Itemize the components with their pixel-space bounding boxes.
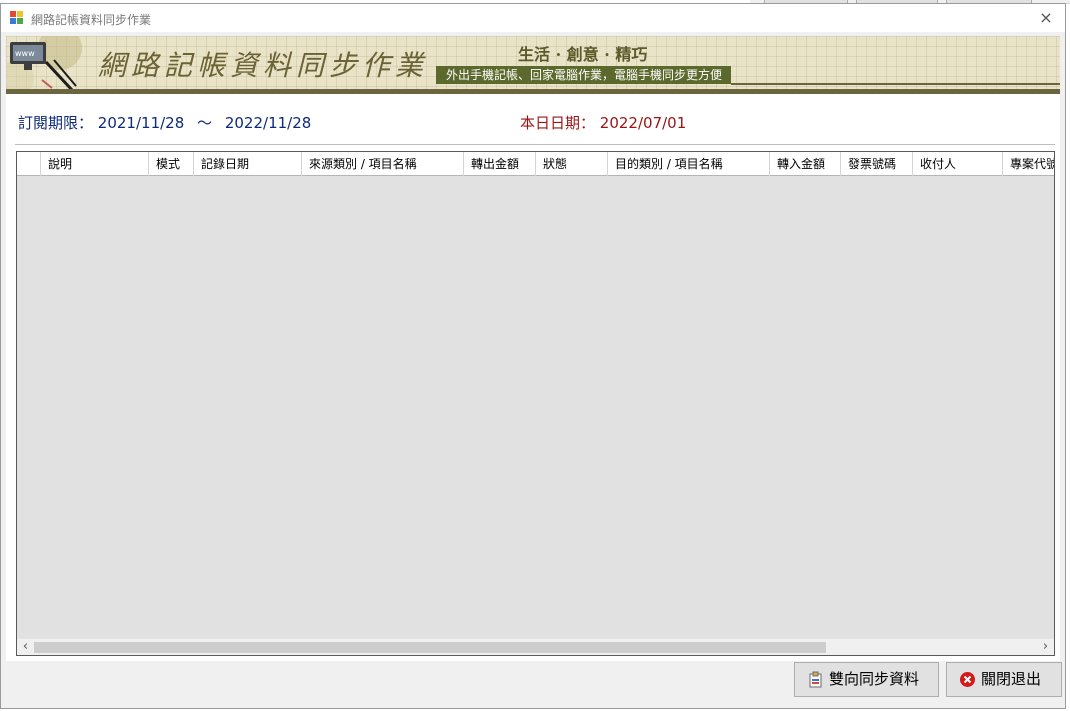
column-header-target-category[interactable]: 目的類別 / 項目名稱 — [608, 152, 770, 176]
banner-bottom-border — [6, 89, 1060, 94]
column-header-mode[interactable]: 模式 — [149, 152, 194, 176]
period-end-date: 2022/11/28 — [224, 114, 312, 132]
grid-header-row: 說明 模式 記錄日期 來源類別 / 項目名稱 轉出金額 狀態 目的類別 / 項目… — [17, 152, 1054, 176]
close-circle-icon — [960, 672, 975, 687]
header-banner: www 網路記帳資料同步作業 生活 · 創意 · 精巧 外出手機記帳、回家電腦作… — [6, 36, 1060, 94]
column-header-invoice-number[interactable]: 發票號碼 — [841, 152, 913, 176]
sync-data-grid[interactable]: 說明 模式 記錄日期 來源類別 / 項目名稱 轉出金額 狀態 目的類別 / 項目… — [16, 151, 1055, 656]
column-header-in-amount[interactable]: 轉入金額 — [770, 152, 841, 176]
banner-slogan: 生活 · 創意 · 精巧 — [518, 45, 648, 64]
scroll-left-icon[interactable]: ‹ — [17, 639, 34, 655]
sync-button-label: 雙向同步資料 — [829, 670, 920, 688]
period-label: 訂閱期限： — [18, 114, 94, 132]
column-header-project-code[interactable]: 專案代號 — [1003, 152, 1054, 176]
column-header-payee[interactable]: 收付人 — [913, 152, 1003, 176]
column-header-record-date[interactable]: 記錄日期 — [194, 152, 302, 176]
sync-icon — [809, 671, 822, 688]
dialog-content: www 網路記帳資料同步作業 生活 · 創意 · 精巧 外出手機記帳、回家電腦作… — [6, 36, 1060, 661]
sync-dialog: 網路記帳資料同步作業 × www 網路記帳資料同步作業 生活 · 創意 · 精巧… — [0, 3, 1066, 709]
scroll-right-icon[interactable]: › — [1037, 639, 1054, 655]
divider — [15, 144, 1055, 145]
app-icon — [10, 11, 24, 25]
scroll-thumb[interactable] — [34, 642, 826, 653]
close-exit-button[interactable]: 關閉退出 — [946, 662, 1062, 697]
period-start-date: 2021/11/28 — [97, 114, 185, 132]
decor-www-text: www — [15, 49, 35, 58]
window-title: 網路記帳資料同步作業 — [31, 13, 152, 27]
row-header-corner[interactable] — [17, 152, 41, 176]
today-label: 本日日期： — [520, 114, 596, 132]
today-value: 2022/07/01 — [599, 114, 687, 132]
column-header-out-amount[interactable]: 轉出金額 — [464, 152, 536, 176]
window-close-icon[interactable]: × — [1035, 8, 1057, 28]
column-header-status[interactable]: 狀態 — [536, 152, 608, 176]
banner-underline — [731, 83, 1060, 85]
banner-title: 網路記帳資料同步作業 — [98, 49, 429, 82]
column-header-description[interactable]: 說明 — [41, 152, 149, 176]
title-bar[interactable]: 網路記帳資料同步作業 × — [1, 4, 1065, 32]
subscription-period: 訂閱期限： 2021/11/28 ～ 2022/11/28 — [18, 112, 311, 133]
period-separator: ～ — [197, 114, 213, 132]
column-header-source-category[interactable]: 來源類別 / 項目名稱 — [302, 152, 464, 176]
close-button-label: 關閉退出 — [981, 670, 1042, 688]
computer-pen-decoration-icon: www — [6, 36, 82, 94]
banner-subtitle: 外出手機記帳、回家電腦作業，電腦手機同步更方便 — [436, 66, 731, 84]
today-date: 本日日期： 2022/07/01 — [520, 112, 686, 133]
two-way-sync-button[interactable]: 雙向同步資料 — [794, 662, 939, 697]
horizontal-scrollbar[interactable]: ‹ › — [17, 638, 1054, 655]
